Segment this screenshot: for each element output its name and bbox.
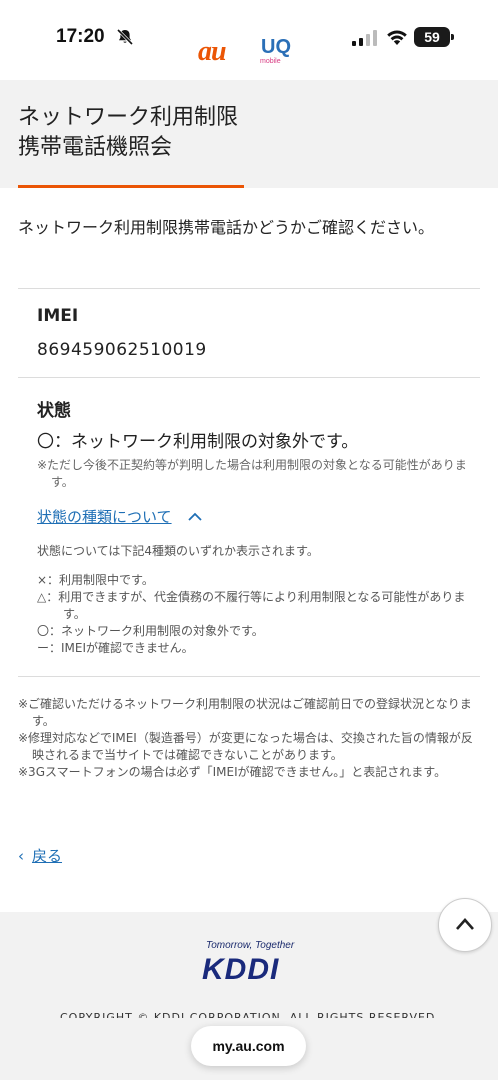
divider xyxy=(18,377,480,378)
title-underline xyxy=(18,185,244,188)
list-item: ー：IMEIが確認できません。 xyxy=(37,641,194,655)
notes-list: ※ご確認いただけるネットワーク利用制限の状況はご確認前日での登録状況となります。… xyxy=(18,696,482,781)
state-types-link[interactable]: 状態の種類について xyxy=(37,506,172,527)
state-note: ※ただし今後不正契約等が判明した場合は利用制限の対象となる可能性があります。 xyxy=(37,458,467,489)
back-link[interactable]: ‹ 戻る xyxy=(18,845,62,866)
state-types-list: ×：利用制限中です。 △：利用できますが、代金債務の不履行等により利用制限となる… xyxy=(37,572,467,657)
list-item: △：利用できますが、代金債務の不履行等により利用制限となる可能性があります。 xyxy=(37,590,466,621)
chevron-up-icon xyxy=(456,918,474,930)
divider xyxy=(18,288,480,289)
status-bar: 17:20 au UQ mobile 59 xyxy=(0,0,498,80)
kddi-logo: KDDI xyxy=(202,953,280,986)
page-title-line1: ネットワーク利用制限 xyxy=(18,105,239,130)
wifi-icon xyxy=(387,30,407,45)
list-item: ※ご確認いただけるネットワーク利用制限の状況はご確認前日での登録状況となります。 xyxy=(18,697,472,728)
cellular-signal-icon xyxy=(352,30,377,46)
state-label: 状態 xyxy=(37,401,71,421)
status-time: 17:20 xyxy=(56,26,105,47)
bell-slash-icon xyxy=(116,28,134,46)
page-title: ネットワーク利用制限 携帯電話機照会 xyxy=(18,103,318,163)
back-link-label: 戻る xyxy=(32,847,63,865)
chevron-left-icon: ‹ xyxy=(18,847,24,865)
au-logo: au xyxy=(198,36,227,67)
footer-tagline: Tomorrow, Together xyxy=(206,940,295,951)
list-item: ×：利用制限中です。 xyxy=(37,573,154,587)
battery-indicator: 59 xyxy=(414,27,454,47)
browser-url-bar[interactable]: my.au.com xyxy=(191,1026,306,1066)
list-item: ※修理対応などでIMEI（製造番号）が変更になった場合は、交換された旨の情報が反… xyxy=(18,731,473,762)
divider xyxy=(18,676,480,677)
chevron-up-icon[interactable] xyxy=(187,510,203,522)
uq-mobile-logo-text: mobile xyxy=(260,58,281,65)
scroll-to-top-button[interactable] xyxy=(438,898,492,952)
imei-value: 869459062510019 xyxy=(37,340,207,360)
copyright-text: COPYRIGHT © KDDI CORPORATION. ALL RIGHTS… xyxy=(60,1011,440,1018)
imei-label: IMEI xyxy=(37,306,79,326)
page-title-line2: 携帯電話機照会 xyxy=(18,135,173,160)
state-result: 〇：ネットワーク利用制限の対象外です。 xyxy=(37,432,359,452)
list-item: 〇：ネットワーク利用制限の対象外です。 xyxy=(37,624,264,638)
intro-text: ネットワーク利用制限携帯電話かどうかご確認ください。 xyxy=(18,218,435,237)
uq-logo: UQ xyxy=(261,36,291,58)
list-item: ※3Gスマートフォンの場合は必ず「IMEIが確認できません。」と表記されます。 xyxy=(18,765,447,779)
state-types-intro: 状態については下記4種類のいずれか表示されます。 xyxy=(37,544,319,558)
